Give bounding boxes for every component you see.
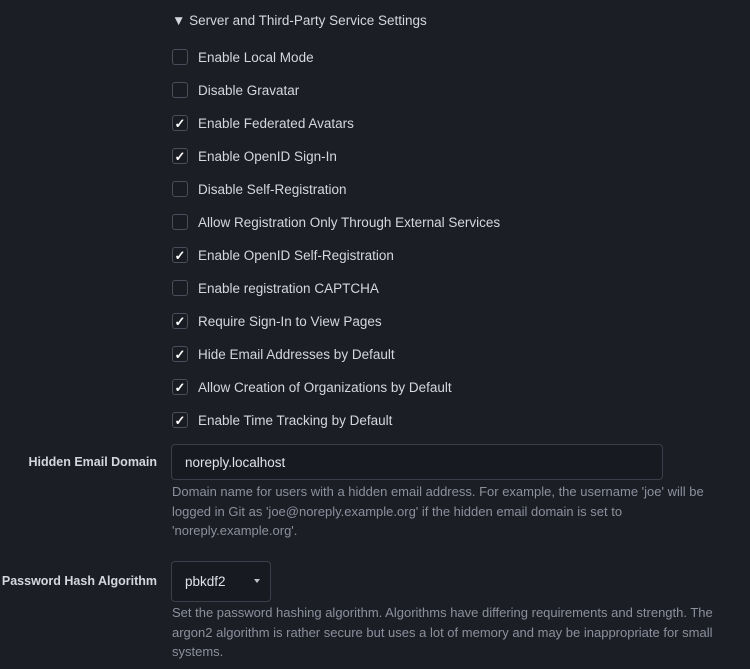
hash-algo-help: Set the password hashing algorithm. Algo… [172,605,713,659]
checkbox-label: Hide Email Addresses by Default [198,346,395,362]
hash-algo-value: pbkdf2 [185,574,226,589]
checkbox[interactable] [172,214,188,230]
checkbox[interactable]: ✓ [172,313,188,329]
checkbox-label: Enable Time Tracking by Default [198,412,393,428]
checkbox-row[interactable]: ✓ Hide Email Addresses by Default [172,345,395,363]
checkbox-label: Enable registration CAPTCHA [198,280,379,296]
checkbox-row[interactable]: Disable Self-Registration [172,180,347,198]
check-icon: ✓ [174,247,186,263]
checkbox[interactable]: ✓ [172,115,188,131]
checkbox-label: Enable Local Mode [198,49,314,65]
checkbox[interactable] [172,280,188,296]
checkbox[interactable] [172,49,188,65]
checkbox-row[interactable]: Disable Gravatar [172,81,299,99]
check-icon: ✓ [174,115,186,131]
hidden-email-value: noreply.localhost [185,454,286,470]
checkbox-row[interactable]: ✓ Enable Federated Avatars [172,114,354,132]
hidden-email-label: Hidden Email Domain [28,455,158,469]
checkbox-row[interactable]: Enable Local Mode [172,48,314,66]
checkbox[interactable]: ✓ [172,412,188,428]
checkbox[interactable]: ✓ [172,379,188,395]
checkbox-row[interactable]: Allow Registration Only Through External… [172,213,500,231]
hidden-email-input[interactable]: noreply.localhost [171,444,663,480]
check-icon: ✓ [174,148,186,164]
checkbox-row[interactable]: ✓ Enable OpenID Self-Registration [172,246,394,264]
check-icon: ✓ [174,412,186,428]
checkbox[interactable]: ✓ [172,346,188,362]
checkbox-row[interactable]: ✓ Allow Creation of Organizations by Defa… [172,378,452,396]
checkbox[interactable] [172,181,188,197]
checkbox-row[interactable]: Enable registration CAPTCHA [172,279,379,297]
hash-algo-label: Password Hash Algorithm [1,574,157,588]
checkbox-label: Allow Registration Only Through External… [198,214,501,230]
section-toggle[interactable]: ▼ Server and Third-Party Service Setting… [172,13,427,28]
checkbox-label: Disable Gravatar [198,82,300,98]
checkbox-label: Enable OpenID Sign-In [198,148,337,164]
checkbox[interactable]: ✓ [172,247,188,263]
check-icon: ✓ [174,346,186,362]
hash-algo-select[interactable]: pbkdf2 [171,561,271,602]
section-title: Server and Third-Party Service Settings [189,13,427,28]
checkbox-label: Require Sign-In to View Pages [198,313,382,329]
hidden-email-help: Domain name for users with a hidden emai… [172,484,704,538]
caret-down-icon [254,579,260,583]
checkbox[interactable]: ✓ [172,148,188,164]
checkbox-label: Enable Federated Avatars [198,115,354,131]
checkbox-label: Enable OpenID Self-Registration [198,247,394,263]
checkbox-label: Allow Creation of Organizations by Defau… [198,379,452,395]
checkbox-row[interactable]: ✓ Require Sign-In to View Pages [172,312,382,330]
checkbox[interactable] [172,82,188,98]
check-icon: ✓ [174,313,186,329]
checkbox-label: Disable Self-Registration [198,181,347,197]
triangle-down-icon: ▼ [172,13,190,28]
check-icon: ✓ [174,379,186,395]
checkbox-row[interactable]: ✓ Enable OpenID Sign-In [172,147,337,165]
checkbox-row[interactable]: ✓ Enable Time Tracking by Default [172,411,392,429]
